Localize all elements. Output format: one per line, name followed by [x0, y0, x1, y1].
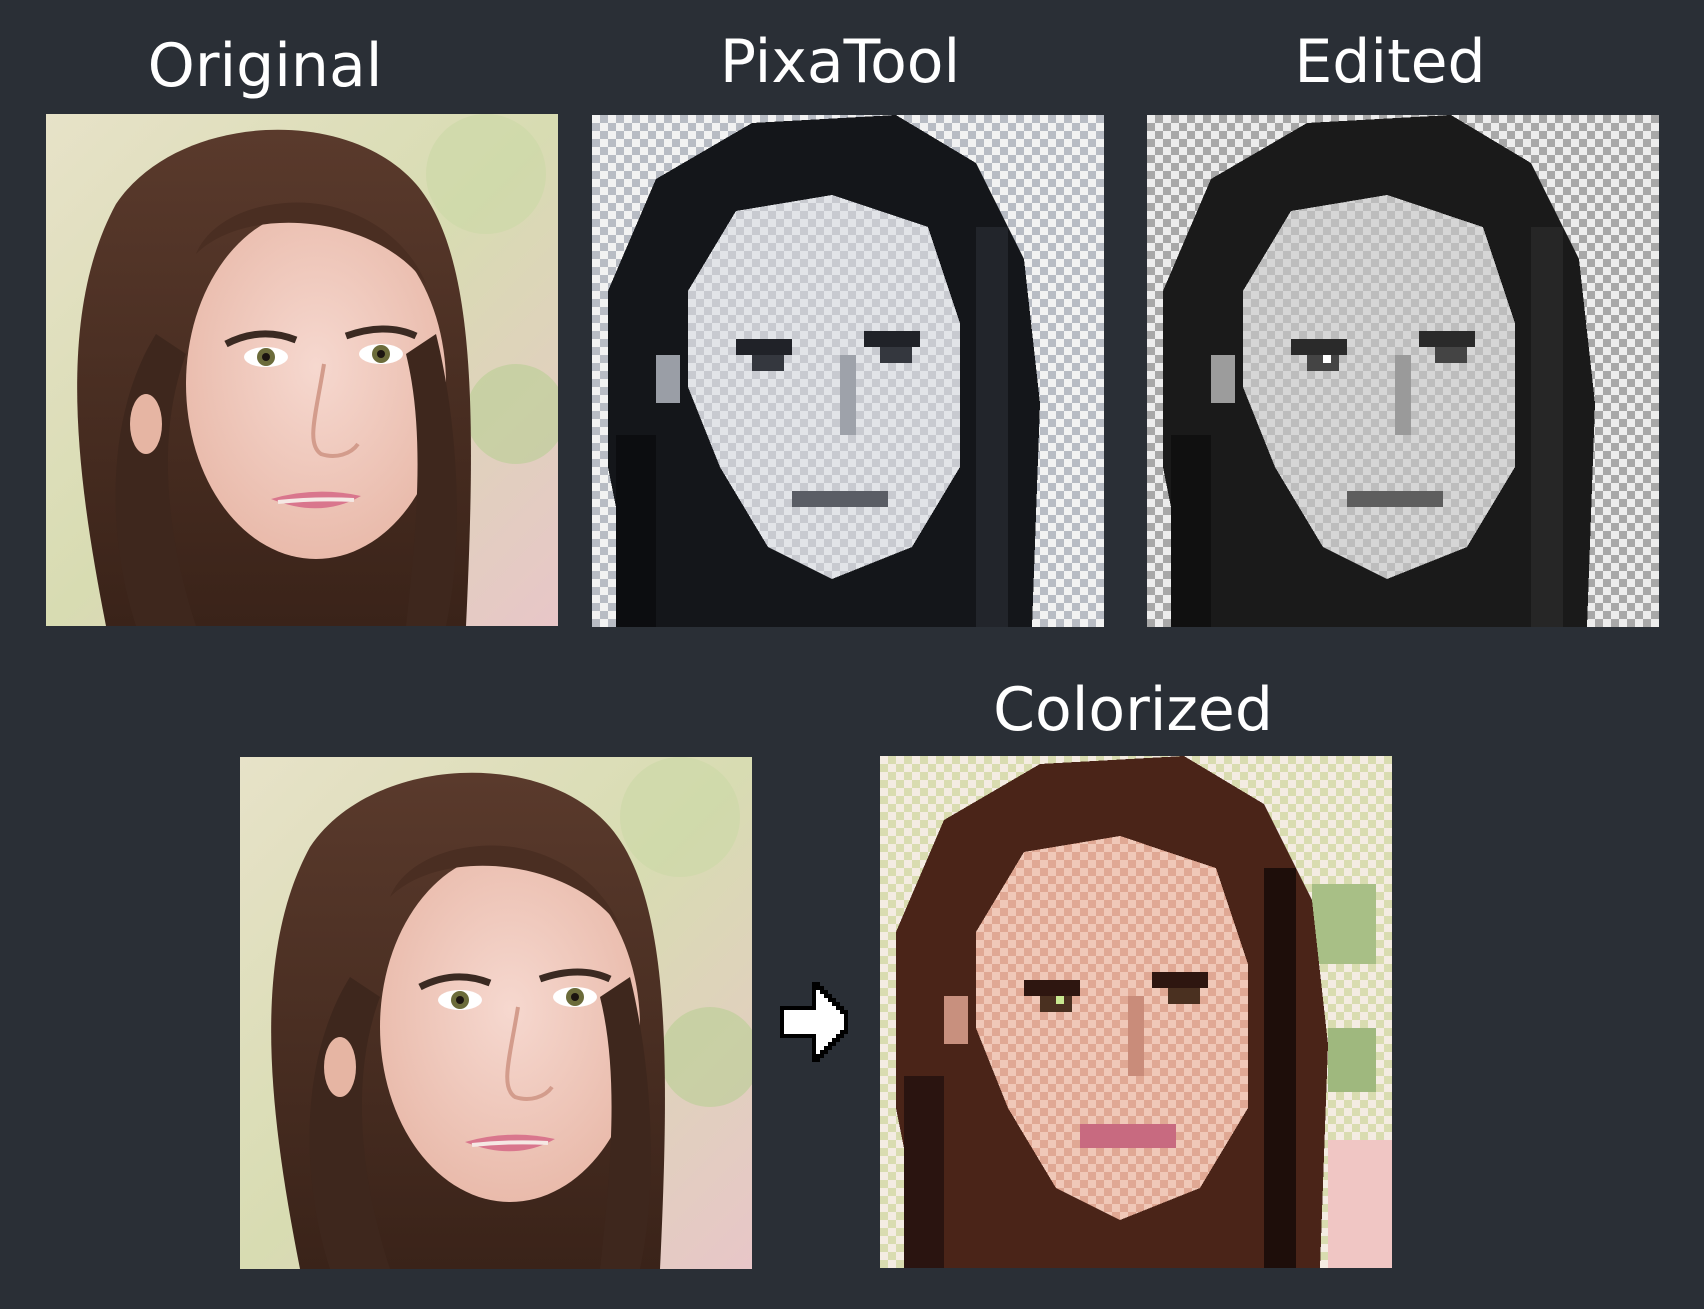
colorized-pixelated-image — [880, 756, 1392, 1268]
edited-pixelated-image — [1147, 115, 1659, 627]
label-pixatool: PixaTool — [719, 27, 961, 97]
right-arrow-icon — [780, 982, 852, 1062]
pixatool-pixelated-image — [592, 115, 1104, 627]
label-edited: Edited — [1294, 27, 1486, 97]
bottom-original-portrait-image — [240, 757, 752, 1269]
label-colorized: Colorized — [993, 675, 1273, 745]
original-portrait-image — [46, 114, 558, 626]
label-original: Original — [147, 31, 383, 101]
